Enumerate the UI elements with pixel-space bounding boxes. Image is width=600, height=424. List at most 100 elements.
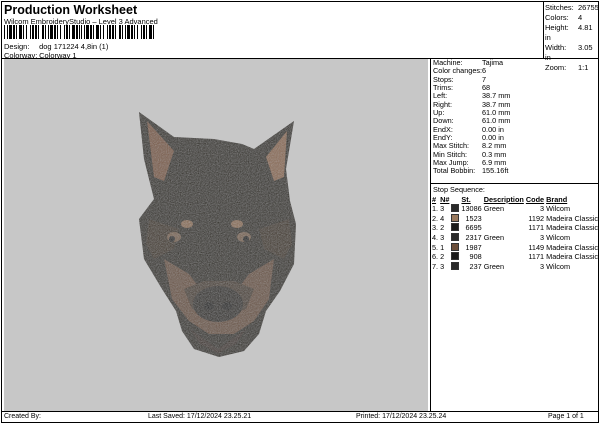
stop-index: 5.	[432, 242, 439, 252]
table-header-row: # N# St. Description Code Brand	[431, 195, 600, 204]
column-header: Code	[525, 195, 545, 204]
thread-description: Green	[483, 261, 504, 271]
thread-code: 1171	[528, 223, 545, 233]
needle-number: 3	[440, 261, 445, 271]
summary-row: Width: 3.05 in	[545, 43, 600, 63]
table-row[interactable]: 2.4 1523 1192Madeira Classic 40	[431, 213, 600, 224]
table-row[interactable]: 5.1 1987 1149Madeira Classic 40	[431, 242, 600, 252]
design-preview[interactable]	[4, 59, 428, 411]
thread-brand: Madeira Classic 40	[546, 213, 600, 223]
thread-brand: Wilcom	[546, 261, 571, 271]
color-swatch-icon	[451, 261, 460, 270]
thread-brand: Wilcom	[546, 233, 571, 243]
needle-number: 1	[440, 242, 445, 252]
summary-label: Width:	[545, 43, 567, 52]
page-title: Production Worksheet	[4, 3, 138, 17]
summary-label: Zoom:	[545, 63, 567, 72]
color-swatch	[450, 261, 460, 272]
table-row[interactable]: 7. 3 237 Green 3 Wilcom	[431, 261, 600, 272]
thread-code: 3	[540, 233, 545, 243]
needle-number: 3	[440, 233, 445, 243]
summary-value: 4	[578, 13, 583, 22]
stop-sequence-title: Stop Sequence:	[433, 185, 485, 194]
design-label: Design:	[4, 42, 30, 51]
thread-brand: Madeira Classic 40	[546, 223, 600, 233]
thread-description	[483, 223, 525, 233]
summary-value: 1:1	[578, 63, 589, 72]
machine-specs: Machine: Tajima Color changes:6 Stops: 7 Trim…	[433, 58, 510, 176]
stop-index: 6.	[432, 252, 439, 262]
thread-description	[483, 214, 525, 224]
thread-brand: Wilcom	[546, 204, 571, 214]
color-swatch-icon	[451, 204, 460, 213]
summary-row: Colors: 4	[545, 13, 600, 23]
specs-divider	[430, 183, 599, 184]
summary-label: Stitches:	[545, 3, 574, 12]
spec-row: Total Bobbin: 155.16ft	[433, 166, 510, 176]
column-header: Description	[483, 195, 524, 204]
stitch-count: 908	[469, 252, 482, 262]
thread-code: 3	[540, 204, 545, 214]
color-swatch-icon	[451, 233, 460, 242]
color-swatch-icon	[451, 252, 460, 261]
color-swatch-icon	[451, 242, 460, 251]
table-row[interactable]: 4. 3 2317 Green 3 Wilcom	[431, 233, 600, 243]
needle-number: 2	[440, 223, 445, 233]
summary-row: Zoom: 1:1	[545, 63, 600, 73]
stop-index: 4.	[432, 233, 439, 243]
summary-panel: Stitches: 26755 Colors: 4 Height: 4.81 in W…	[545, 3, 600, 73]
thread-code: 1149	[528, 242, 545, 252]
spec-value: 155.16ft	[482, 166, 509, 176]
table-row[interactable]: 3.2 6695 1171Madeira Classic 40	[431, 223, 600, 233]
thread-code: 3	[540, 261, 545, 271]
table-row[interactable]: 6.2 908 1171Madeira Classic 40	[431, 252, 600, 262]
stop-index: 3.	[432, 223, 439, 233]
summary-row: Height: 4.81 in	[545, 23, 600, 43]
stop-index: 7.	[432, 261, 439, 271]
thread-code: 1192	[528, 213, 545, 223]
column-header: #	[432, 195, 437, 204]
thread-brand: Madeira Classic 40	[546, 252, 600, 262]
color-swatch	[450, 242, 460, 252]
summary-label: Colors:	[545, 13, 569, 22]
stop-index: 1.	[432, 204, 439, 214]
stitch-count: 13086	[461, 204, 482, 214]
color-swatch-icon	[451, 223, 460, 232]
dog-head-embroidery-image	[139, 112, 296, 357]
stitch-count: 237	[469, 261, 482, 271]
column-header: St.	[461, 195, 471, 204]
stop-index: 2.	[432, 213, 439, 223]
barcode-icon	[4, 25, 154, 39]
page-number: Page 1 of 1	[548, 413, 584, 420]
summary-divider	[543, 1, 544, 59]
stitch-count: 1987	[465, 242, 482, 252]
summary-value: 26755	[578, 3, 599, 12]
thread-description: Green	[483, 233, 504, 243]
stitch-count: 2317	[465, 233, 482, 243]
color-swatch	[450, 223, 460, 233]
thread-description	[483, 242, 525, 252]
thread-brand: Madeira Classic 40	[546, 242, 600, 252]
column-header: N#	[440, 195, 450, 204]
design-value: dog 171224 4,8in (1)	[39, 42, 109, 51]
stitch-count: 1523	[465, 213, 482, 223]
color-swatch	[450, 213, 460, 224]
summary-row: Stitches: 26755	[545, 3, 600, 13]
created-by: Created By:	[4, 413, 41, 420]
summary-label: Height:	[545, 23, 569, 32]
stop-sequence-table: # N# St. Description Code Brand 1. 3 13086…	[431, 195, 600, 271]
color-swatch	[450, 252, 460, 262]
stitch-count: 6695	[465, 223, 482, 233]
needle-number: 4	[440, 213, 445, 223]
column-header	[450, 195, 460, 204]
design-row: Design: dog 171224 4,8in (1)	[4, 42, 108, 51]
needle-number: 3	[440, 204, 445, 214]
thread-description: Green	[483, 204, 504, 214]
needle-number: 2	[440, 252, 445, 262]
table-row[interactable]: 1. 3 13086 Green 3 Wilcom	[431, 204, 600, 214]
color-swatch	[450, 233, 460, 243]
column-header: Brand	[546, 195, 568, 204]
color-swatch-icon	[451, 213, 460, 222]
thread-description	[483, 252, 525, 262]
spec-label: Total Bobbin:	[433, 166, 476, 176]
